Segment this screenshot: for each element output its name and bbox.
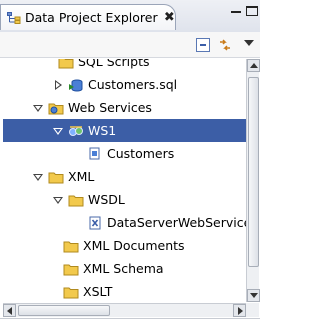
data-project-explorer-icon [7, 11, 21, 24]
tree-item-label: XSLT [83, 284, 113, 299]
maximize-icon[interactable] [246, 6, 258, 16]
tree-item-wsdl[interactable]: WSDL [3, 188, 246, 211]
tree-item-label: Customers.sql [88, 77, 178, 92]
tree-item-xml-documents[interactable]: XML Documents [3, 234, 246, 257]
collapse-all-icon[interactable] [196, 38, 210, 52]
web-service-icon [68, 124, 84, 138]
tree-item-label: WSDL [88, 192, 125, 207]
scrollbar-corner [246, 303, 259, 317]
minimize-icon[interactable] [230, 6, 242, 16]
horizontal-scrollbar[interactable] [3, 303, 246, 317]
tree-item-dataserverwebservice[interactable]: DataServerWebService [3, 211, 246, 234]
folder-icon [63, 285, 79, 299]
project-tree: SQL Scripts Customers.sql Web Services W… [3, 59, 246, 302]
scroll-up-arrow-icon[interactable] [247, 59, 260, 72]
view-menu-icon[interactable] [244, 40, 254, 46]
collapse-arrow-icon[interactable] [33, 172, 43, 182]
folder-icon [63, 239, 79, 253]
vertical-scroll-thumb[interactable] [248, 77, 259, 267]
collapse-arrow-icon[interactable] [33, 103, 43, 113]
link-with-editor-icon[interactable] [218, 38, 232, 52]
horizontal-scroll-thumb[interactable] [18, 305, 110, 316]
scroll-right-arrow-icon[interactable] [233, 304, 246, 317]
scroll-down-arrow-icon[interactable] [247, 289, 260, 302]
sql-file-icon [68, 78, 84, 92]
scroll-left-arrow-icon[interactable] [3, 304, 16, 317]
view-bottom-edge [0, 318, 260, 327]
wsdl-file-icon [87, 216, 103, 230]
tree-item-customers-sql[interactable]: Customers.sql [3, 73, 246, 96]
tree-item-xml[interactable]: XML [3, 165, 246, 188]
web-services-folder-icon [48, 101, 64, 115]
tree-item-label: Web Services [68, 100, 152, 115]
view-title: Data Project Explorer [25, 10, 158, 25]
tree-item-label: Customers [107, 146, 175, 161]
collapse-arrow-icon[interactable] [53, 126, 63, 136]
folder-icon [58, 59, 74, 69]
tree-item-label: SQL Scripts [78, 59, 150, 69]
tree-item-ws1[interactable]: WS1 [3, 119, 246, 142]
folder-icon [68, 193, 84, 207]
collapse-arrow-icon[interactable] [53, 195, 63, 205]
operation-icon [87, 147, 103, 161]
close-view-icon[interactable]: ✖ [164, 11, 175, 24]
tree-item-label: DataServerWebService [107, 215, 246, 230]
view-toolbar [0, 32, 260, 58]
view-tab[interactable]: Data Project Explorer ✖ [0, 4, 176, 30]
tree-item-xml-schema[interactable]: XML Schema [3, 257, 246, 280]
view-tab-bar: Data Project Explorer ✖ [0, 0, 260, 32]
tree-item-label: XML Documents [83, 238, 185, 253]
tree-item-web-services[interactable]: Web Services [3, 96, 246, 119]
data-project-explorer-view: Data Project Explorer ✖ SQL Scripts Cust… [0, 0, 260, 327]
folder-icon [48, 170, 64, 184]
vertical-scrollbar[interactable] [246, 59, 260, 302]
tree-item-label: XML [68, 169, 95, 184]
tree-item-customers-operation[interactable]: Customers [3, 142, 246, 165]
tree-item-label: XML Schema [83, 261, 164, 276]
tree-item-xslt[interactable]: XSLT [3, 280, 246, 302]
tree-item-sql-scripts[interactable]: SQL Scripts [3, 59, 246, 73]
tree-item-label: WS1 [88, 123, 117, 138]
folder-icon [63, 262, 79, 276]
expand-arrow-icon[interactable] [53, 79, 63, 90]
